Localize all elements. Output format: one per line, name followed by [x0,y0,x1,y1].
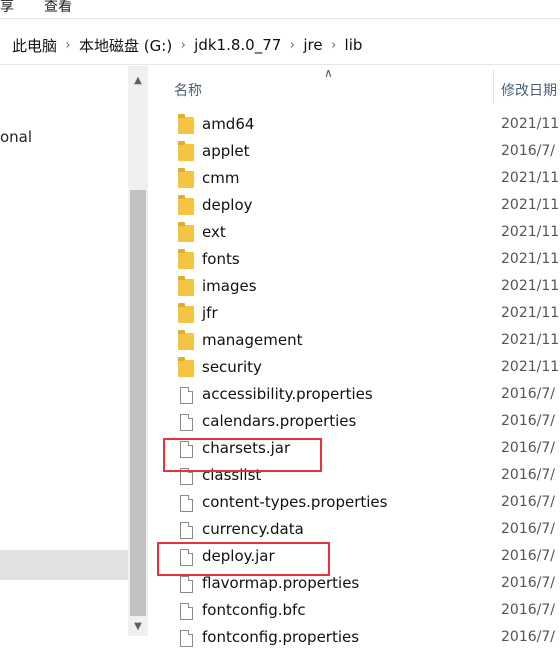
file-icon [180,603,193,620]
file-name: content-types.properties [202,493,388,511]
file-row[interactable]: fontconfig.properties 2016/7/ [150,625,560,652]
chevron-right-icon[interactable]: › [325,38,343,53]
folder-icon [178,141,194,161]
file-date: 2016/7/ [501,467,555,483]
file-date: 2021/11 [501,224,560,240]
file-date: 2021/11 [501,251,560,267]
highlight-box-deploy [157,542,330,576]
chevron-right-icon[interactable]: › [59,38,77,53]
folder-icon [178,114,194,134]
breadcrumb-jdk[interactable]: jdk1.8.0_77 [192,36,283,54]
file-icon [180,495,193,512]
file-date: 2016/7/ [501,386,555,402]
file-name: calendars.properties [202,412,357,430]
folder-icon [178,276,194,296]
file-row[interactable]: deploy 2021/11 [150,193,560,220]
file-row[interactable]: security 2021/11 [150,355,560,382]
file-row[interactable]: management 2021/11 [150,328,560,355]
file-row[interactable]: currency.data 2016/7/ [150,517,560,544]
file-row[interactable]: amd64 2021/11 [150,112,560,139]
folder-icon [178,357,194,377]
file-icon [180,630,193,647]
file-name: applet [202,142,250,160]
file-name: fonts [202,250,240,268]
nav-scrollbar[interactable]: ▲ ▼ [128,66,148,636]
column-header-name[interactable]: 名称 [174,80,202,100]
file-date: 2021/11 [501,116,560,132]
file-name: jfr [202,304,218,322]
file-row[interactable]: jfr 2021/11 [150,301,560,328]
scroll-up-icon[interactable]: ▲ [128,72,148,90]
file-date: 2021/11 [501,278,560,294]
file-date: 2021/11 [501,359,560,375]
folder-icon [178,195,194,215]
folder-icon [178,249,194,269]
folder-icon [178,303,194,323]
file-row[interactable]: images 2021/11 [150,274,560,301]
highlight-box-charsets [163,438,322,472]
file-date: 2016/7/ [501,548,555,564]
nav-selected-item[interactable] [0,550,128,580]
file-name: deploy [202,196,253,214]
ribbon-tab-view[interactable]: 查看 [44,0,72,16]
file-date: 2016/7/ [501,413,555,429]
chevron-right-icon[interactable]: › [174,38,192,53]
file-date: 2016/7/ [501,521,555,537]
file-name: amd64 [202,115,255,133]
breadcrumb-jre[interactable]: jre [301,36,324,54]
file-name: ext [202,223,226,241]
file-name: images [202,277,257,295]
file-date: 2016/7/ [501,494,555,510]
address-bar[interactable]: 此电脑 › 本地磁盘 (G:) › jdk1.8.0_77 › jre › li… [0,24,560,65]
file-date: 2016/7/ [501,602,555,618]
file-row[interactable]: cmm 2021/11 [150,166,560,193]
file-icon [180,414,193,431]
breadcrumb-lib[interactable]: lib [343,36,365,54]
file-date: 2016/7/ [501,440,555,456]
sort-ascending-icon: ∧ [324,66,333,80]
breadcrumb-local-disk[interactable]: 本地磁盘 (G:) [77,35,174,56]
file-date: 2021/11 [501,332,560,348]
file-row[interactable]: fontconfig.bfc 2016/7/ [150,598,560,625]
file-name: fontconfig.properties [202,628,360,646]
file-row[interactable]: fonts 2021/11 [150,247,560,274]
ribbon-tab-share[interactable]: 享 [0,0,14,16]
scrollbar-thumb[interactable] [130,190,146,616]
file-date: 2016/7/ [501,143,555,159]
scroll-down-icon[interactable]: ▼ [128,618,148,636]
nav-item-label[interactable]: onal [0,128,32,146]
file-row[interactable]: content-types.properties 2016/7/ [150,490,560,517]
file-icon [180,576,193,593]
file-icon [180,522,193,539]
folder-icon [178,222,194,242]
folder-icon [178,330,194,350]
file-date: 2016/7/ [501,575,555,591]
file-row[interactable]: calendars.properties 2016/7/ [150,409,560,436]
file-date: 2021/11 [501,197,560,213]
column-header-row: ∧ 名称 修改日期 [150,66,560,106]
file-date: 2016/7/ [501,629,555,645]
file-date: 2021/11 [501,170,560,186]
breadcrumb-this-pc[interactable]: 此电脑 [10,35,59,56]
file-name: accessibility.properties [202,385,373,403]
navigation-pane: onal [0,66,130,653]
ribbon-tabs: 享 查看 [0,0,560,19]
column-divider[interactable] [493,70,494,104]
column-header-date[interactable]: 修改日期 [501,80,557,100]
folder-icon [178,168,194,188]
breadcrumb: 此电脑 › 本地磁盘 (G:) › jdk1.8.0_77 › jre › li… [10,35,364,55]
file-date: 2021/11 [501,305,560,321]
file-row[interactable]: applet 2016/7/ [150,139,560,166]
file-name: security [202,358,262,376]
file-name: currency.data [202,520,304,538]
file-name: management [202,331,303,349]
file-name: fontconfig.bfc [202,601,306,619]
file-icon [180,387,193,404]
file-row[interactable]: accessibility.properties 2016/7/ [150,382,560,409]
chevron-right-icon[interactable]: › [283,38,301,53]
file-name: flavormap.properties [202,574,360,592]
file-row[interactable]: ext 2021/11 [150,220,560,247]
file-name: cmm [202,169,240,187]
